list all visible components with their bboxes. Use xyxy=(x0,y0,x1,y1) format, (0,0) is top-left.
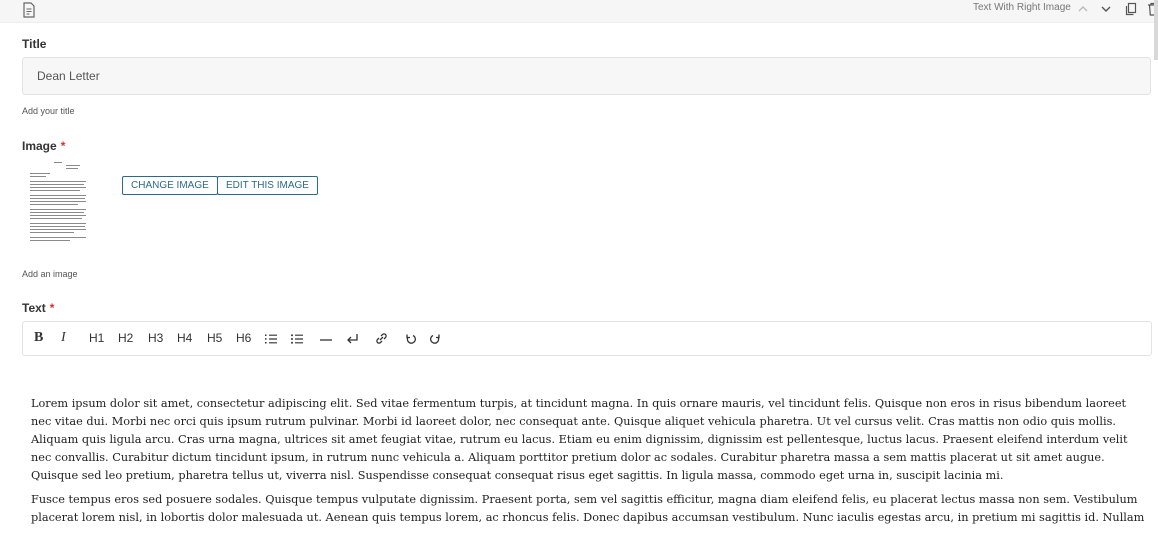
title-label: Title xyxy=(22,37,47,51)
heading5-button[interactable]: H5 xyxy=(207,331,222,345)
image-help-text: Add an image xyxy=(22,269,78,279)
italic-button[interactable]: I xyxy=(61,330,66,346)
block-header: Text With Right Image xyxy=(0,0,1158,23)
scrollbar[interactable] xyxy=(1154,0,1158,60)
hard-break-icon[interactable] xyxy=(345,333,359,345)
image-thumbnail xyxy=(28,159,88,245)
bullet-list-icon[interactable] xyxy=(291,334,303,344)
heading2-button[interactable]: H2 xyxy=(118,331,133,345)
required-marker: * xyxy=(49,301,55,315)
heading1-button[interactable]: H1 xyxy=(89,331,104,345)
title-help-text: Add your title xyxy=(22,106,75,116)
ordered-list-icon[interactable] xyxy=(265,334,277,344)
editor-toolbar: B I H1 H2 H3 H4 H5 H6 xyxy=(22,321,1152,356)
editor-paragraph: Lorem ipsum dolor sit amet, consectetur … xyxy=(31,397,1128,482)
heading4-button[interactable]: H4 xyxy=(177,331,192,345)
required-marker: * xyxy=(60,139,66,153)
image-label: Image * xyxy=(22,139,66,153)
document-icon xyxy=(23,2,35,18)
horizontal-rule-icon[interactable] xyxy=(320,334,332,344)
change-image-button[interactable]: CHANGE IMAGE xyxy=(122,176,218,195)
edit-image-button[interactable]: EDIT THIS IMAGE xyxy=(217,176,318,195)
block-type-label: Text With Right Image xyxy=(973,2,1071,13)
link-icon[interactable] xyxy=(375,332,388,345)
chevron-up-icon[interactable] xyxy=(1076,2,1090,16)
chevron-down-icon[interactable] xyxy=(1099,2,1113,16)
text-label: Text * xyxy=(22,301,55,315)
copy-icon[interactable] xyxy=(1124,2,1138,16)
heading6-button[interactable]: H6 xyxy=(236,331,251,345)
heading3-button[interactable]: H3 xyxy=(148,331,163,345)
editor-paragraph: Fusce tempus eros sed posuere sodales. Q… xyxy=(31,493,1145,524)
redo-icon[interactable] xyxy=(429,333,441,345)
text-editor[interactable]: Lorem ipsum dolor sit amet, consectetur … xyxy=(31,395,1146,535)
bold-button[interactable]: B xyxy=(34,330,43,346)
title-input[interactable] xyxy=(22,57,1151,95)
undo-icon[interactable] xyxy=(405,333,417,345)
